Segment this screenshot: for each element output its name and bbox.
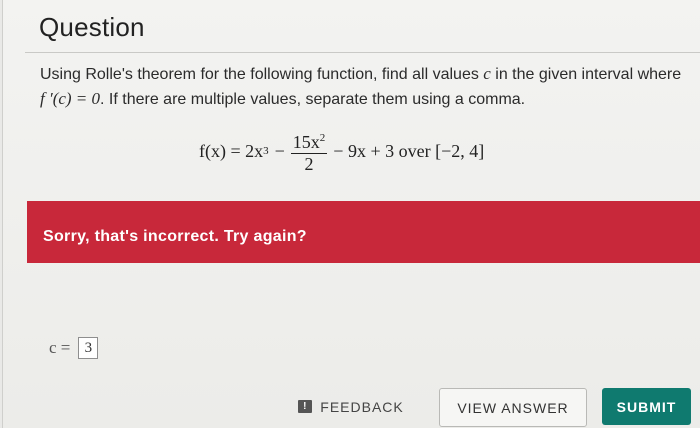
answer-label: c = — [49, 338, 71, 357]
question-card: Question Using Rolle's theorem for the f… — [2, 0, 700, 428]
prompt-text-1: Using Rolle's theorem for the following … — [40, 66, 484, 83]
formula-lhs-exponent: 3 — [263, 145, 269, 157]
view-answer-button[interactable]: VIEW ANSWER — [439, 388, 587, 427]
incorrect-feedback-banner: Sorry, that's incorrect. Try again? — [27, 201, 700, 263]
feedback-button[interactable]: ! FEEDBACK — [286, 388, 416, 425]
formula-minus: − — [274, 140, 285, 161]
prompt-var-c: c — [483, 64, 491, 83]
answer-input[interactable]: 3 — [78, 337, 99, 359]
prompt-text-3: . If there are multiple values, separate… — [100, 91, 526, 108]
feedback-icon: ! — [298, 400, 313, 413]
formula-fraction: 15x2 2 — [290, 128, 328, 174]
fraction-denominator: 2 — [304, 154, 314, 174]
formula-rest: − 9x + 3 over [−2, 4] — [333, 140, 485, 161]
submit-button[interactable]: SUBMIT — [602, 388, 691, 425]
title-divider — [25, 52, 700, 53]
fraction-numerator: 15x2 — [290, 128, 328, 154]
question-prompt: Using Rolle's theorem for the following … — [40, 62, 690, 112]
feedback-button-label: FEEDBACK — [320, 398, 404, 415]
formula-lhs: f(x) = 2x — [199, 140, 264, 161]
answer-row: c = 3 — [49, 337, 99, 359]
page-title: Question — [39, 12, 145, 42]
function-formula: f(x) = 2x 3 − 15x2 2 − 9x + 3 over [−2, 4… — [199, 124, 484, 178]
feedback-message: Sorry, that's incorrect. Try again? — [43, 228, 307, 245]
prompt-text-2: in the given interval where — [490, 66, 682, 83]
prompt-condition: f ′(c) = 0 — [40, 89, 101, 108]
